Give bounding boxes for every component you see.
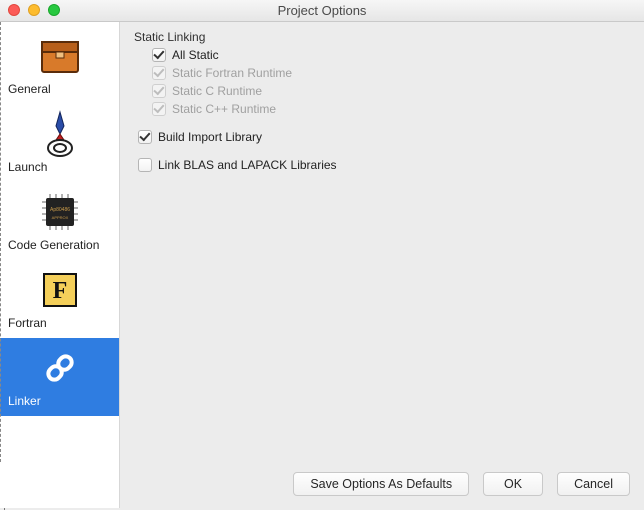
- group-label-static-linking: Static Linking: [134, 30, 630, 44]
- main-pane: Static Linking All Static Static Fortran…: [120, 22, 644, 508]
- checkbox-all-static[interactable]: All Static: [152, 48, 630, 62]
- window-title: Project Options: [278, 3, 367, 18]
- zoom-window-icon[interactable]: [48, 4, 60, 16]
- sidebar-item-label: Linker: [4, 394, 115, 408]
- sidebar-item-label: General: [4, 82, 115, 96]
- sidebar-item-general[interactable]: General: [0, 26, 119, 104]
- checkbox-label: All Static: [172, 48, 219, 62]
- sidebar-item-codegen[interactable]: Ap80486 APPROX Code Generation: [0, 182, 119, 260]
- checkbox-build-import-library[interactable]: Build Import Library: [138, 130, 630, 144]
- box-icon: [36, 32, 84, 80]
- checkbox-icon: [152, 84, 166, 98]
- sidebar-item-linker[interactable]: Linker: [0, 338, 119, 416]
- checkbox-icon: [152, 48, 166, 62]
- minimize-window-icon[interactable]: [28, 4, 40, 16]
- chip-icon: Ap80486 APPROX: [36, 188, 84, 236]
- checkbox-label: Static C Runtime: [172, 84, 262, 98]
- chain-link-icon: [36, 344, 84, 392]
- checkbox-icon: [152, 102, 166, 116]
- sidebar-item-fortran[interactable]: F Fortran: [0, 260, 119, 338]
- sidebar: General Launch Ap80486 APPROX: [0, 22, 120, 508]
- close-window-icon[interactable]: [8, 4, 20, 16]
- checkbox-label: Static Fortran Runtime: [172, 66, 292, 80]
- checkbox-label: Link BLAS and LAPACK Libraries: [158, 158, 337, 172]
- sidebar-item-label: Fortran: [4, 316, 115, 330]
- checkbox-label: Static C++ Runtime: [172, 102, 276, 116]
- sidebar-item-label: Code Generation: [4, 238, 115, 252]
- rocket-icon: [36, 110, 84, 158]
- checkbox-static-fortran-runtime: Static Fortran Runtime: [152, 66, 630, 80]
- checkbox-icon: [152, 66, 166, 80]
- svg-text:F: F: [52, 278, 67, 304]
- titlebar: Project Options: [0, 0, 644, 22]
- sidebar-item-label: Launch: [4, 160, 115, 174]
- checkbox-link-blas-lapack[interactable]: Link BLAS and LAPACK Libraries: [138, 158, 630, 172]
- ok-button[interactable]: OK: [483, 472, 543, 496]
- button-bar: Save Options As Defaults OK Cancel: [293, 472, 630, 496]
- cancel-button[interactable]: Cancel: [557, 472, 630, 496]
- fortran-icon: F: [36, 266, 84, 314]
- svg-text:APPROX: APPROX: [51, 215, 68, 220]
- checkbox-static-cpp-runtime: Static C++ Runtime: [152, 102, 630, 116]
- checkbox-icon: [138, 158, 152, 172]
- svg-text:Ap80486: Ap80486: [49, 207, 69, 213]
- sidebar-item-launch[interactable]: Launch: [0, 104, 119, 182]
- save-defaults-button[interactable]: Save Options As Defaults: [293, 472, 469, 496]
- checkbox-icon: [138, 130, 152, 144]
- checkbox-static-c-runtime: Static C Runtime: [152, 84, 630, 98]
- checkbox-label: Build Import Library: [158, 130, 262, 144]
